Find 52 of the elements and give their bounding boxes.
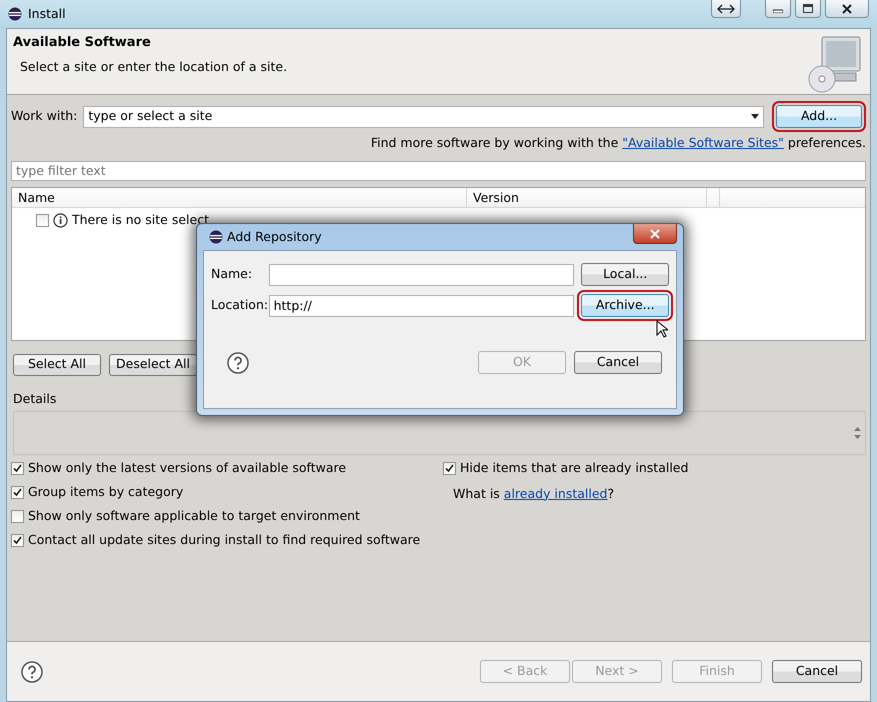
maximize-icon: [803, 4, 813, 13]
checkbox[interactable]: [11, 534, 24, 547]
field-label: Work with:: [11, 107, 78, 126]
maximize-button[interactable]: [795, 0, 821, 18]
text-field[interactable]: [268, 264, 574, 286]
swap-button[interactable]: [711, 0, 741, 18]
checkbox[interactable]: [11, 510, 24, 523]
option-label: Contact all update sites during install to find required software: [28, 531, 420, 550]
option-label: Show only the latest versions of available software: [28, 459, 346, 478]
column-header[interactable]: Name: [12, 188, 467, 207]
close-button[interactable]: [825, 0, 869, 18]
text-field[interactable]: http://: [268, 294, 574, 316]
checkbox[interactable]: [11, 462, 24, 475]
find-more-text: Find more software by working with the "Available Software Sites" preferences.: [370, 134, 866, 152]
details-label: Details: [13, 390, 58, 408]
close-icon: [650, 228, 660, 238]
dialog-title: Add Repository: [227, 228, 322, 246]
field-label: Name:: [211, 265, 254, 284]
app-icon: [209, 230, 223, 244]
sites-link[interactable]: "Available Software Sites": [622, 135, 784, 150]
help-icon[interactable]: [21, 660, 43, 682]
installed-text: What is already installed?: [452, 484, 616, 503]
close-icon: [842, 4, 852, 14]
double-arrow-icon: [717, 4, 735, 14]
minimize-button[interactable]: [765, 0, 791, 18]
table-button[interactable]: Select All: [13, 354, 101, 376]
option-label: Show only software applicable to target environment: [28, 507, 360, 526]
option-label: Hide items that are already installed: [460, 459, 688, 478]
dialog-button[interactable]: Cancel: [574, 351, 662, 374]
mouse-cursor-icon: [656, 320, 668, 338]
footer-button[interactable]: Cancel: [772, 660, 862, 683]
info-icon: [53, 212, 68, 228]
dropdown-arrow-icon: [751, 114, 759, 119]
option-label: Group items by category: [28, 483, 184, 502]
header-subtitle: Select a site or enter the location of a site.: [19, 58, 288, 76]
spinner-arrows-icon: [854, 426, 861, 438]
row-text: There is no site select: [72, 210, 209, 229]
checkbox[interactable]: [11, 486, 24, 499]
checkbox[interactable]: [443, 462, 456, 475]
installed-link[interactable]: already installed: [504, 486, 608, 500]
window-title: Install: [28, 4, 66, 23]
checkbox[interactable]: [36, 214, 49, 227]
help-icon[interactable]: [227, 352, 249, 374]
column-header[interactable]: Version: [467, 188, 707, 207]
field-label: Location:: [211, 296, 269, 314]
app-icon: [8, 7, 22, 21]
header-title: Available Software: [13, 35, 152, 51]
site-combo[interactable]: type or select a site: [83, 106, 764, 128]
close-button[interactable]: [633, 224, 677, 244]
table-button[interactable]: Deselect All: [109, 354, 197, 376]
filter-field[interactable]: type filter text: [11, 160, 866, 181]
dialog-button[interactable]: Local...: [581, 263, 669, 286]
